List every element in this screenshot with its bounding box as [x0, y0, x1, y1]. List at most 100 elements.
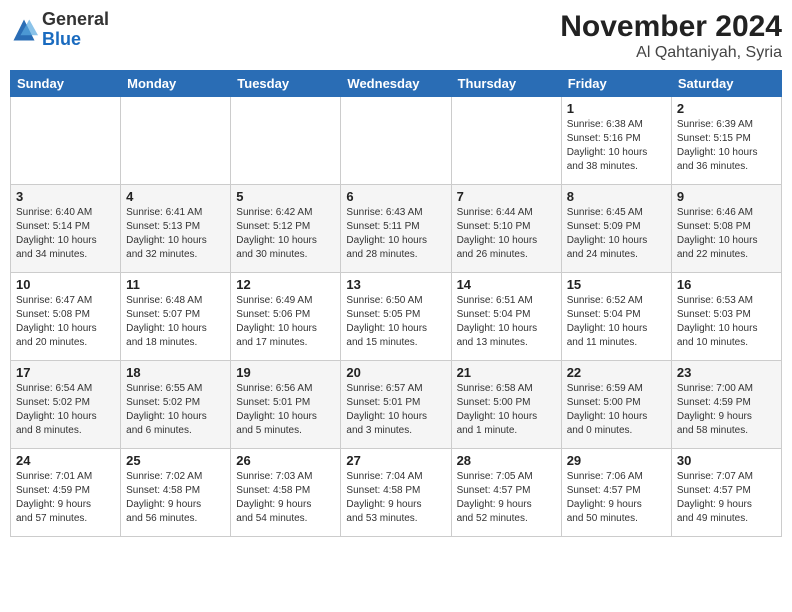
- calendar-cell: 24 Sunrise: 7:01 AMSunset: 4:59 PMDayligh…: [11, 449, 121, 537]
- calendar-cell: 27Sunrise: 7:04 AMSunset: 4:58 PMDayligh…: [341, 449, 451, 537]
- day-info: Sunrise: 6:38 AMSunset: 5:16 PMDaylight:…: [567, 118, 666, 174]
- day-number: 26: [236, 453, 335, 468]
- calendar-day-header: Friday: [561, 71, 671, 97]
- calendar-cell: 26 Sunrise: 7:03 AMSunset: 4:58 PMDayligh…: [231, 449, 341, 537]
- day-info: Sunrise: 6:46 AMSunset: 5:08 PMDaylight:…: [677, 206, 776, 262]
- day-number: 9: [677, 189, 776, 204]
- calendar-cell: 8 Sunrise: 6:45 AMSunset: 5:09 PMDaylight…: [561, 185, 671, 273]
- day-number: 1: [567, 101, 666, 116]
- day-number: 21: [457, 365, 556, 380]
- title-area: November 2024 Al Qahtaniyah, Syria: [560, 10, 782, 62]
- day-info: Sunrise: 6:47 AMSunset: 5:08 PMDaylight:…: [16, 294, 115, 350]
- calendar-cell: 18Sunrise: 6:55 AMSunset: 5:02 PMDayligh…: [121, 361, 231, 449]
- calendar-cell: [451, 97, 561, 185]
- day-number: 24: [16, 453, 115, 468]
- calendar-cell: 14 Sunrise: 6:51 AMSunset: 5:04 PMDayligh…: [451, 273, 561, 361]
- day-info: Sunrise: 6:53 AMSunset: 5:03 PMDaylight:…: [677, 294, 776, 350]
- calendar-cell: [341, 97, 451, 185]
- day-info: Sunrise: 7:06 AMSunset: 4:57 PMDaylight:…: [567, 470, 666, 526]
- calendar-cell: 11Sunrise: 6:48 AMSunset: 5:07 PMDayligh…: [121, 273, 231, 361]
- day-number: 11: [126, 277, 225, 292]
- day-number: 6: [346, 189, 445, 204]
- logo-blue-text: Blue: [42, 29, 81, 49]
- page-header: General Blue November 2024 Al Qahtaniyah…: [10, 10, 782, 62]
- calendar-cell: [231, 97, 341, 185]
- calendar-cell: [11, 97, 121, 185]
- day-info: Sunrise: 7:03 AMSunset: 4:58 PMDaylight:…: [236, 470, 335, 526]
- calendar-day-header: Sunday: [11, 71, 121, 97]
- calendar-cell: 10 Sunrise: 6:47 AMSunset: 5:08 PMDayligh…: [11, 273, 121, 361]
- calendar-week-row: 3 Sunrise: 6:40 AMSunset: 5:14 PMDaylight…: [11, 185, 782, 273]
- day-number: 22: [567, 365, 666, 380]
- day-info: Sunrise: 6:58 AMSunset: 5:00 PMDaylight:…: [457, 382, 556, 438]
- day-number: 7: [457, 189, 556, 204]
- day-number: 2: [677, 101, 776, 116]
- calendar-day-header: Wednesday: [341, 71, 451, 97]
- day-info: Sunrise: 6:54 AMSunset: 5:02 PMDaylight:…: [16, 382, 115, 438]
- day-info: Sunrise: 7:00 AMSunset: 4:59 PMDaylight:…: [677, 382, 776, 438]
- calendar-cell: 23Sunrise: 7:00 AMSunset: 4:59 PMDayligh…: [671, 361, 781, 449]
- calendar-cell: 25Sunrise: 7:02 AMSunset: 4:58 PMDayligh…: [121, 449, 231, 537]
- month-title: November 2024: [560, 10, 782, 44]
- calendar-cell: 1 Sunrise: 6:38 AMSunset: 5:16 PMDaylight…: [561, 97, 671, 185]
- calendar-week-row: 1 Sunrise: 6:38 AMSunset: 5:16 PMDaylight…: [11, 97, 782, 185]
- calendar-cell: 16 Sunrise: 6:53 AMSunset: 5:03 PMDayligh…: [671, 273, 781, 361]
- calendar-cell: 20 Sunrise: 6:57 AMSunset: 5:01 PMDayligh…: [341, 361, 451, 449]
- day-number: 10: [16, 277, 115, 292]
- calendar-cell: 3 Sunrise: 6:40 AMSunset: 5:14 PMDaylight…: [11, 185, 121, 273]
- day-info: Sunrise: 6:41 AMSunset: 5:13 PMDaylight:…: [126, 206, 225, 262]
- day-info: Sunrise: 7:05 AMSunset: 4:57 PMDaylight:…: [457, 470, 556, 526]
- day-number: 12: [236, 277, 335, 292]
- calendar-week-row: 24 Sunrise: 7:01 AMSunset: 4:59 PMDayligh…: [11, 449, 782, 537]
- day-info: Sunrise: 6:40 AMSunset: 5:14 PMDaylight:…: [16, 206, 115, 262]
- calendar-cell: 21 Sunrise: 6:58 AMSunset: 5:00 PMDayligh…: [451, 361, 561, 449]
- day-number: 16: [677, 277, 776, 292]
- day-number: 3: [16, 189, 115, 204]
- calendar-day-header: Tuesday: [231, 71, 341, 97]
- logo: General Blue: [10, 10, 109, 50]
- calendar-week-row: 17 Sunrise: 6:54 AMSunset: 5:02 PMDayligh…: [11, 361, 782, 449]
- day-info: Sunrise: 7:01 AMSunset: 4:59 PMDaylight:…: [16, 470, 115, 526]
- calendar-cell: 6 Sunrise: 6:43 AMSunset: 5:11 PMDaylight…: [341, 185, 451, 273]
- day-info: Sunrise: 6:55 AMSunset: 5:02 PMDaylight:…: [126, 382, 225, 438]
- calendar-cell: 19Sunrise: 6:56 AMSunset: 5:01 PMDayligh…: [231, 361, 341, 449]
- day-info: Sunrise: 6:52 AMSunset: 5:04 PMDaylight:…: [567, 294, 666, 350]
- location-title: Al Qahtaniyah, Syria: [560, 44, 782, 62]
- calendar-day-header: Monday: [121, 71, 231, 97]
- logo-icon: [10, 16, 38, 44]
- day-number: 20: [346, 365, 445, 380]
- day-number: 27: [346, 453, 445, 468]
- day-info: Sunrise: 6:43 AMSunset: 5:11 PMDaylight:…: [346, 206, 445, 262]
- calendar-cell: 5Sunrise: 6:42 AMSunset: 5:12 PMDaylight…: [231, 185, 341, 273]
- calendar-cell: [121, 97, 231, 185]
- calendar-cell: 12 Sunrise: 6:49 AMSunset: 5:06 PMDayligh…: [231, 273, 341, 361]
- calendar-cell: 15Sunrise: 6:52 AMSunset: 5:04 PMDayligh…: [561, 273, 671, 361]
- day-number: 25: [126, 453, 225, 468]
- day-number: 14: [457, 277, 556, 292]
- day-info: Sunrise: 6:56 AMSunset: 5:01 PMDaylight:…: [236, 382, 335, 438]
- calendar-table: SundayMondayTuesdayWednesdayThursdayFrid…: [10, 70, 782, 537]
- day-info: Sunrise: 6:39 AMSunset: 5:15 PMDaylight:…: [677, 118, 776, 174]
- day-info: Sunrise: 6:44 AMSunset: 5:10 PMDaylight:…: [457, 206, 556, 262]
- calendar-cell: 7 Sunrise: 6:44 AMSunset: 5:10 PMDaylight…: [451, 185, 561, 273]
- day-number: 17: [16, 365, 115, 380]
- day-info: Sunrise: 6:49 AMSunset: 5:06 PMDaylight:…: [236, 294, 335, 350]
- calendar-cell: 2 Sunrise: 6:39 AMSunset: 5:15 PMDaylight…: [671, 97, 781, 185]
- day-info: Sunrise: 6:57 AMSunset: 5:01 PMDaylight:…: [346, 382, 445, 438]
- calendar-day-header: Thursday: [451, 71, 561, 97]
- calendar-cell: 9 Sunrise: 6:46 AMSunset: 5:08 PMDaylight…: [671, 185, 781, 273]
- day-info: Sunrise: 7:07 AMSunset: 4:57 PMDaylight:…: [677, 470, 776, 526]
- day-info: Sunrise: 6:50 AMSunset: 5:05 PMDaylight:…: [346, 294, 445, 350]
- day-info: Sunrise: 6:42 AMSunset: 5:12 PMDaylight:…: [236, 206, 335, 262]
- day-number: 8: [567, 189, 666, 204]
- calendar-day-header: Saturday: [671, 71, 781, 97]
- calendar-cell: 30Sunrise: 7:07 AMSunset: 4:57 PMDayligh…: [671, 449, 781, 537]
- day-info: Sunrise: 6:45 AMSunset: 5:09 PMDaylight:…: [567, 206, 666, 262]
- calendar-cell: 22 Sunrise: 6:59 AMSunset: 5:00 PMDayligh…: [561, 361, 671, 449]
- day-info: Sunrise: 6:51 AMSunset: 5:04 PMDaylight:…: [457, 294, 556, 350]
- day-info: Sunrise: 6:59 AMSunset: 5:00 PMDaylight:…: [567, 382, 666, 438]
- day-number: 13: [346, 277, 445, 292]
- calendar-cell: 4Sunrise: 6:41 AMSunset: 5:13 PMDaylight…: [121, 185, 231, 273]
- calendar-week-row: 10 Sunrise: 6:47 AMSunset: 5:08 PMDayligh…: [11, 273, 782, 361]
- calendar-cell: 29Sunrise: 7:06 AMSunset: 4:57 PMDayligh…: [561, 449, 671, 537]
